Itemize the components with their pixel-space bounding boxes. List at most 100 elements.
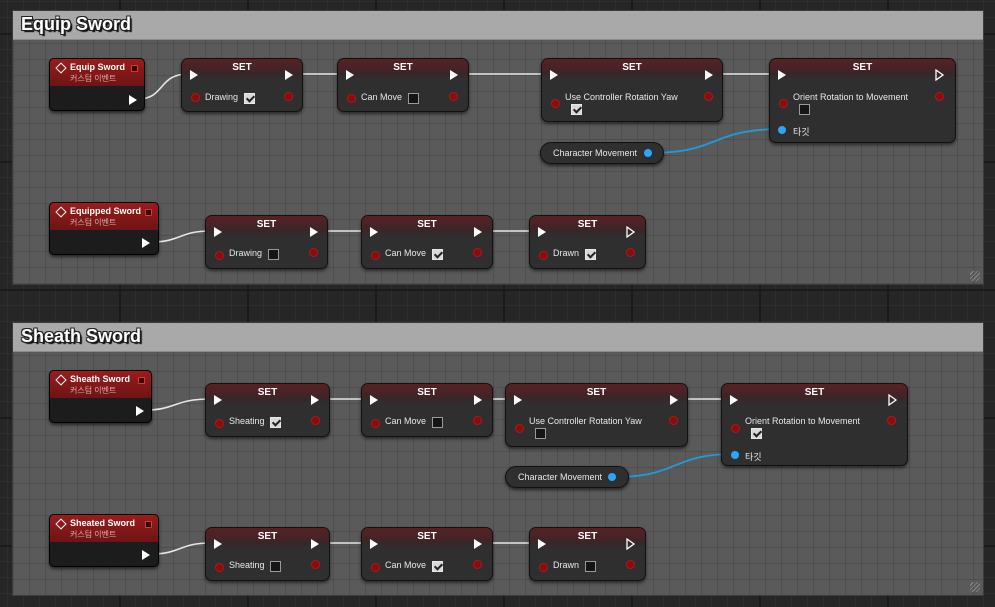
- exec-out-pin-icon[interactable]: [310, 227, 318, 237]
- exec-in-pin-icon[interactable]: [214, 227, 222, 237]
- bool-out-pin-icon[interactable]: [311, 560, 320, 569]
- exec-out-pin-empty-icon[interactable]: [626, 226, 636, 238]
- custom-event-equip-sword[interactable]: Equip Sword 커스텀 이벤트: [49, 58, 145, 111]
- exec-out-pin-icon[interactable]: [285, 70, 293, 80]
- set-node-can-move[interactable]: SET Can Move: [337, 58, 469, 112]
- delegate-pin-icon[interactable]: [145, 209, 152, 216]
- custom-event-sheath-sword[interactable]: Sheath Sword 커스텀 이벤트: [49, 370, 152, 423]
- set-node-use-controller-rotation-yaw[interactable]: SET Use Controller Rotation Yaw: [505, 383, 688, 447]
- can-move-checkbox[interactable]: [432, 249, 443, 260]
- bool-in-pin-icon[interactable]: [215, 251, 224, 260]
- use-controller-rotation-yaw-checkbox[interactable]: [571, 104, 582, 115]
- delegate-pin-icon[interactable]: [131, 65, 138, 72]
- exec-out-pin-icon[interactable]: [474, 395, 482, 405]
- exec-in-pin-icon[interactable]: [370, 539, 378, 549]
- exec-out-pin-icon[interactable]: [474, 539, 482, 549]
- bool-out-pin-icon[interactable]: [473, 560, 482, 569]
- sheating-checkbox[interactable]: [270, 561, 281, 572]
- bool-out-pin-icon[interactable]: [626, 248, 635, 257]
- bool-in-pin-icon[interactable]: [515, 424, 524, 433]
- custom-event-sheated-sword[interactable]: Sheated Sword 커스텀 이벤트: [49, 514, 159, 567]
- bool-in-pin-icon[interactable]: [371, 563, 380, 572]
- drawn-checkbox[interactable]: [585, 561, 596, 572]
- set-node-drawn[interactable]: SET Drawn: [529, 215, 646, 269]
- exec-in-pin-icon[interactable]: [370, 227, 378, 237]
- exec-out-pin-icon[interactable]: [142, 238, 150, 248]
- drawing-checkbox[interactable]: [244, 93, 255, 104]
- exec-out-pin-icon[interactable]: [450, 70, 458, 80]
- exec-in-pin-icon[interactable]: [370, 395, 378, 405]
- exec-out-pin-icon[interactable]: [705, 70, 713, 80]
- bool-in-pin-icon[interactable]: [731, 424, 740, 433]
- bool-out-pin-icon[interactable]: [704, 92, 713, 101]
- bool-out-pin-icon[interactable]: [473, 248, 482, 257]
- bool-in-pin-icon[interactable]: [215, 563, 224, 572]
- delegate-pin-icon[interactable]: [145, 521, 152, 528]
- set-node-can-move[interactable]: SET Can Move: [361, 527, 493, 581]
- use-controller-rotation-yaw-checkbox[interactable]: [535, 428, 546, 439]
- exec-in-pin-icon[interactable]: [778, 70, 786, 80]
- bool-out-pin-icon[interactable]: [284, 92, 293, 101]
- exec-out-pin-icon[interactable]: [670, 395, 678, 405]
- exec-out-pin-icon[interactable]: [136, 406, 144, 416]
- character-movement-getter[interactable]: Character Movement: [540, 142, 664, 164]
- bool-in-pin-icon[interactable]: [215, 419, 224, 428]
- can-move-checkbox[interactable]: [432, 417, 443, 428]
- exec-in-pin-icon[interactable]: [538, 539, 546, 549]
- can-move-checkbox[interactable]: [432, 561, 443, 572]
- set-node-can-move[interactable]: SET Can Move: [361, 215, 493, 269]
- bool-out-pin-icon[interactable]: [311, 416, 320, 425]
- drawing-checkbox[interactable]: [268, 249, 279, 260]
- exec-in-pin-icon[interactable]: [538, 227, 546, 237]
- exec-out-pin-icon[interactable]: [311, 395, 319, 405]
- exec-in-pin-icon[interactable]: [730, 395, 738, 405]
- bool-in-pin-icon[interactable]: [191, 93, 200, 102]
- exec-out-pin-icon[interactable]: [474, 227, 482, 237]
- set-node-drawing[interactable]: SET Drawing: [181, 58, 303, 112]
- target-pin-icon[interactable]: [731, 451, 739, 459]
- bool-in-pin-icon[interactable]: [371, 419, 380, 428]
- bool-out-pin-icon[interactable]: [626, 560, 635, 569]
- bool-in-pin-icon[interactable]: [347, 94, 356, 103]
- exec-out-pin-empty-icon[interactable]: [888, 394, 898, 406]
- bool-in-pin-icon[interactable]: [371, 251, 380, 260]
- bool-in-pin-icon[interactable]: [551, 99, 560, 108]
- bool-out-pin-icon[interactable]: [887, 416, 896, 425]
- custom-event-equipped-sword[interactable]: Equipped Sword 커스텀 이벤트: [49, 202, 159, 255]
- set-node-use-controller-rotation-yaw[interactable]: SET Use Controller Rotation Yaw: [541, 58, 723, 122]
- set-node-orient-rotation-to-movement[interactable]: SET Orient Rotation to Movement 타깃: [769, 58, 956, 143]
- set-node-drawing[interactable]: SET Drawing: [205, 215, 328, 269]
- exec-in-pin-icon[interactable]: [214, 539, 222, 549]
- exec-in-pin-icon[interactable]: [190, 70, 198, 80]
- set-node-sheating[interactable]: SET Sheating: [205, 527, 330, 581]
- object-out-pin-icon[interactable]: [608, 473, 616, 481]
- set-node-drawn[interactable]: SET Drawn: [529, 527, 646, 581]
- character-movement-getter[interactable]: Character Movement: [505, 466, 629, 488]
- orient-rotation-to-movement-checkbox[interactable]: [751, 428, 762, 439]
- orient-rotation-to-movement-checkbox[interactable]: [799, 104, 810, 115]
- exec-in-pin-icon[interactable]: [550, 70, 558, 80]
- exec-in-pin-icon[interactable]: [214, 395, 222, 405]
- bool-out-pin-icon[interactable]: [669, 416, 678, 425]
- bool-in-pin-icon[interactable]: [779, 99, 788, 108]
- bool-out-pin-icon[interactable]: [309, 248, 318, 257]
- exec-in-pin-icon[interactable]: [346, 70, 354, 80]
- bool-out-pin-icon[interactable]: [473, 416, 482, 425]
- exec-out-pin-icon[interactable]: [311, 539, 319, 549]
- exec-out-pin-empty-icon[interactable]: [626, 538, 636, 550]
- target-pin-icon[interactable]: [778, 126, 786, 134]
- exec-out-pin-icon[interactable]: [129, 95, 137, 105]
- can-move-checkbox[interactable]: [408, 93, 419, 104]
- delegate-pin-icon[interactable]: [138, 377, 145, 384]
- set-node-can-move[interactable]: SET Can Move: [361, 383, 493, 437]
- set-node-sheating[interactable]: SET Sheating: [205, 383, 330, 437]
- drawn-checkbox[interactable]: [585, 249, 596, 260]
- bool-in-pin-icon[interactable]: [539, 563, 548, 572]
- exec-out-pin-icon[interactable]: [142, 550, 150, 560]
- bool-in-pin-icon[interactable]: [539, 251, 548, 260]
- set-node-orient-rotation-to-movement[interactable]: SET Orient Rotation to Movement 타깃: [721, 383, 908, 466]
- exec-in-pin-icon[interactable]: [514, 395, 522, 405]
- exec-out-pin-empty-icon[interactable]: [935, 69, 945, 81]
- bool-out-pin-icon[interactable]: [935, 92, 944, 101]
- object-out-pin-icon[interactable]: [644, 149, 652, 157]
